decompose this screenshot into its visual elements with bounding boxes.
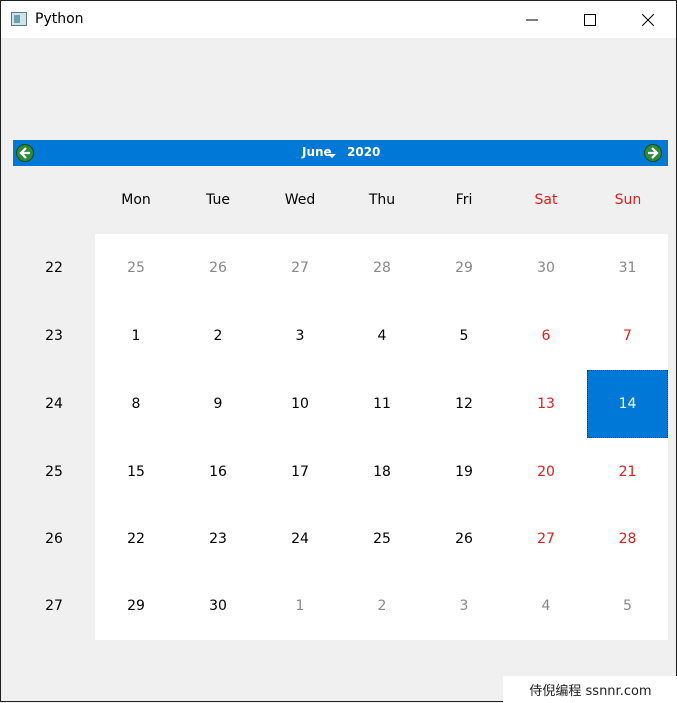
calendar-day[interactable]: 27 <box>505 505 587 572</box>
week-number: 23 <box>13 302 95 370</box>
day-header: Tue <box>206 192 230 208</box>
week-number: 22 <box>13 234 95 302</box>
calendar-navigation-bar: June 2020 <box>13 140 668 166</box>
week-number: 27 <box>13 572 95 640</box>
calendar-day[interactable]: 28 <box>587 505 668 572</box>
prev-month-button[interactable] <box>16 144 34 162</box>
calendar-day[interactable]: 3 <box>423 572 505 640</box>
calendar-day[interactable]: 31 <box>587 234 668 302</box>
calendar-day[interactable]: 18 <box>341 438 423 505</box>
day-header: Wed <box>284 192 316 208</box>
calendar-day[interactable]: 24 <box>259 505 341 572</box>
close-icon <box>642 13 654 26</box>
calendar-day[interactable]: 2 <box>341 572 423 640</box>
calendar-date-grid: 22 25 26 27 28 29 30 31 23 1 2 3 4 5 6 7 24 8 9 10 11 12 13 14 2… <box>13 234 668 640</box>
calendar-day[interactable]: 27 <box>259 234 341 302</box>
year-spinbox[interactable]: 2020 <box>347 145 380 159</box>
arrow-left-icon <box>16 144 34 162</box>
day-header-row: Mon Tue Wed Thu Fri Sat Sun <box>13 166 668 234</box>
day-header: Fri <box>455 192 473 208</box>
window-title: Python <box>35 11 84 27</box>
next-month-button[interactable] <box>644 144 662 162</box>
calendar-day[interactable]: 26 <box>177 234 259 302</box>
week-number: 26 <box>13 505 95 572</box>
calendar-day[interactable]: 29 <box>95 572 177 640</box>
calendar-day[interactable]: 13 <box>505 370 587 438</box>
calendar-day[interactable]: 10 <box>259 370 341 438</box>
minimize-button[interactable] <box>503 1 561 38</box>
calendar-day[interactable]: 23 <box>177 505 259 572</box>
app-window: Python June 2020 Mon Tue Wed Thu Fri Sat… <box>0 0 677 703</box>
calendar-day[interactable]: 4 <box>505 572 587 640</box>
calendar-day[interactable]: 1 <box>259 572 341 640</box>
python-window-icon <box>11 12 27 26</box>
calendar-day[interactable]: 20 <box>505 438 587 505</box>
calendar-day[interactable]: 25 <box>95 234 177 302</box>
calendar-day[interactable]: 30 <box>505 234 587 302</box>
calendar-day[interactable]: 3 <box>259 302 341 370</box>
calendar-day[interactable]: 12 <box>423 370 505 438</box>
calendar-day[interactable]: 4 <box>341 302 423 370</box>
calendar-day[interactable]: 29 <box>423 234 505 302</box>
calendar-day[interactable]: 28 <box>341 234 423 302</box>
maximize-icon <box>584 13 596 26</box>
calendar-day[interactable]: 15 <box>95 438 177 505</box>
calendar-day[interactable]: 1 <box>95 302 177 370</box>
close-button[interactable] <box>619 1 677 38</box>
calendar-day[interactable]: 30 <box>177 572 259 640</box>
week-number: 24 <box>13 370 95 438</box>
calendar-day[interactable]: 22 <box>95 505 177 572</box>
calendar-day[interactable]: 21 <box>587 438 668 505</box>
calendar-day[interactable]: 25 <box>341 505 423 572</box>
day-header: Sat <box>534 192 558 208</box>
calendar-day[interactable]: 11 <box>341 370 423 438</box>
day-header: Thu <box>368 192 396 208</box>
chevron-down-icon <box>328 154 336 158</box>
calendar-day[interactable]: 5 <box>423 302 505 370</box>
calendar-day[interactable]: 9 <box>177 370 259 438</box>
day-header: Mon <box>121 192 151 208</box>
calendar-day-selected[interactable]: 14 <box>587 370 668 438</box>
calendar-day[interactable]: 16 <box>177 438 259 505</box>
week-number: 25 <box>13 438 95 505</box>
calendar-day[interactable]: 6 <box>505 302 587 370</box>
day-header: Sun <box>614 192 642 208</box>
calendar-day[interactable]: 8 <box>95 370 177 438</box>
calendar-day[interactable]: 17 <box>259 438 341 505</box>
calendar-day[interactable]: 5 <box>587 572 668 640</box>
watermark: 侍倪编程 ssnnr.com <box>503 676 677 703</box>
maximize-button[interactable] <box>561 1 619 38</box>
arrow-right-icon <box>644 144 662 162</box>
calendar-day[interactable]: 7 <box>587 302 668 370</box>
calendar-day[interactable]: 26 <box>423 505 505 572</box>
calendar-day[interactable]: 19 <box>423 438 505 505</box>
calendar-widget: June 2020 Mon Tue Wed Thu Fri Sat Sun 22… <box>13 140 668 640</box>
minimize-icon <box>526 19 538 20</box>
title-bar[interactable]: Python <box>1 1 676 38</box>
calendar-day[interactable]: 2 <box>177 302 259 370</box>
